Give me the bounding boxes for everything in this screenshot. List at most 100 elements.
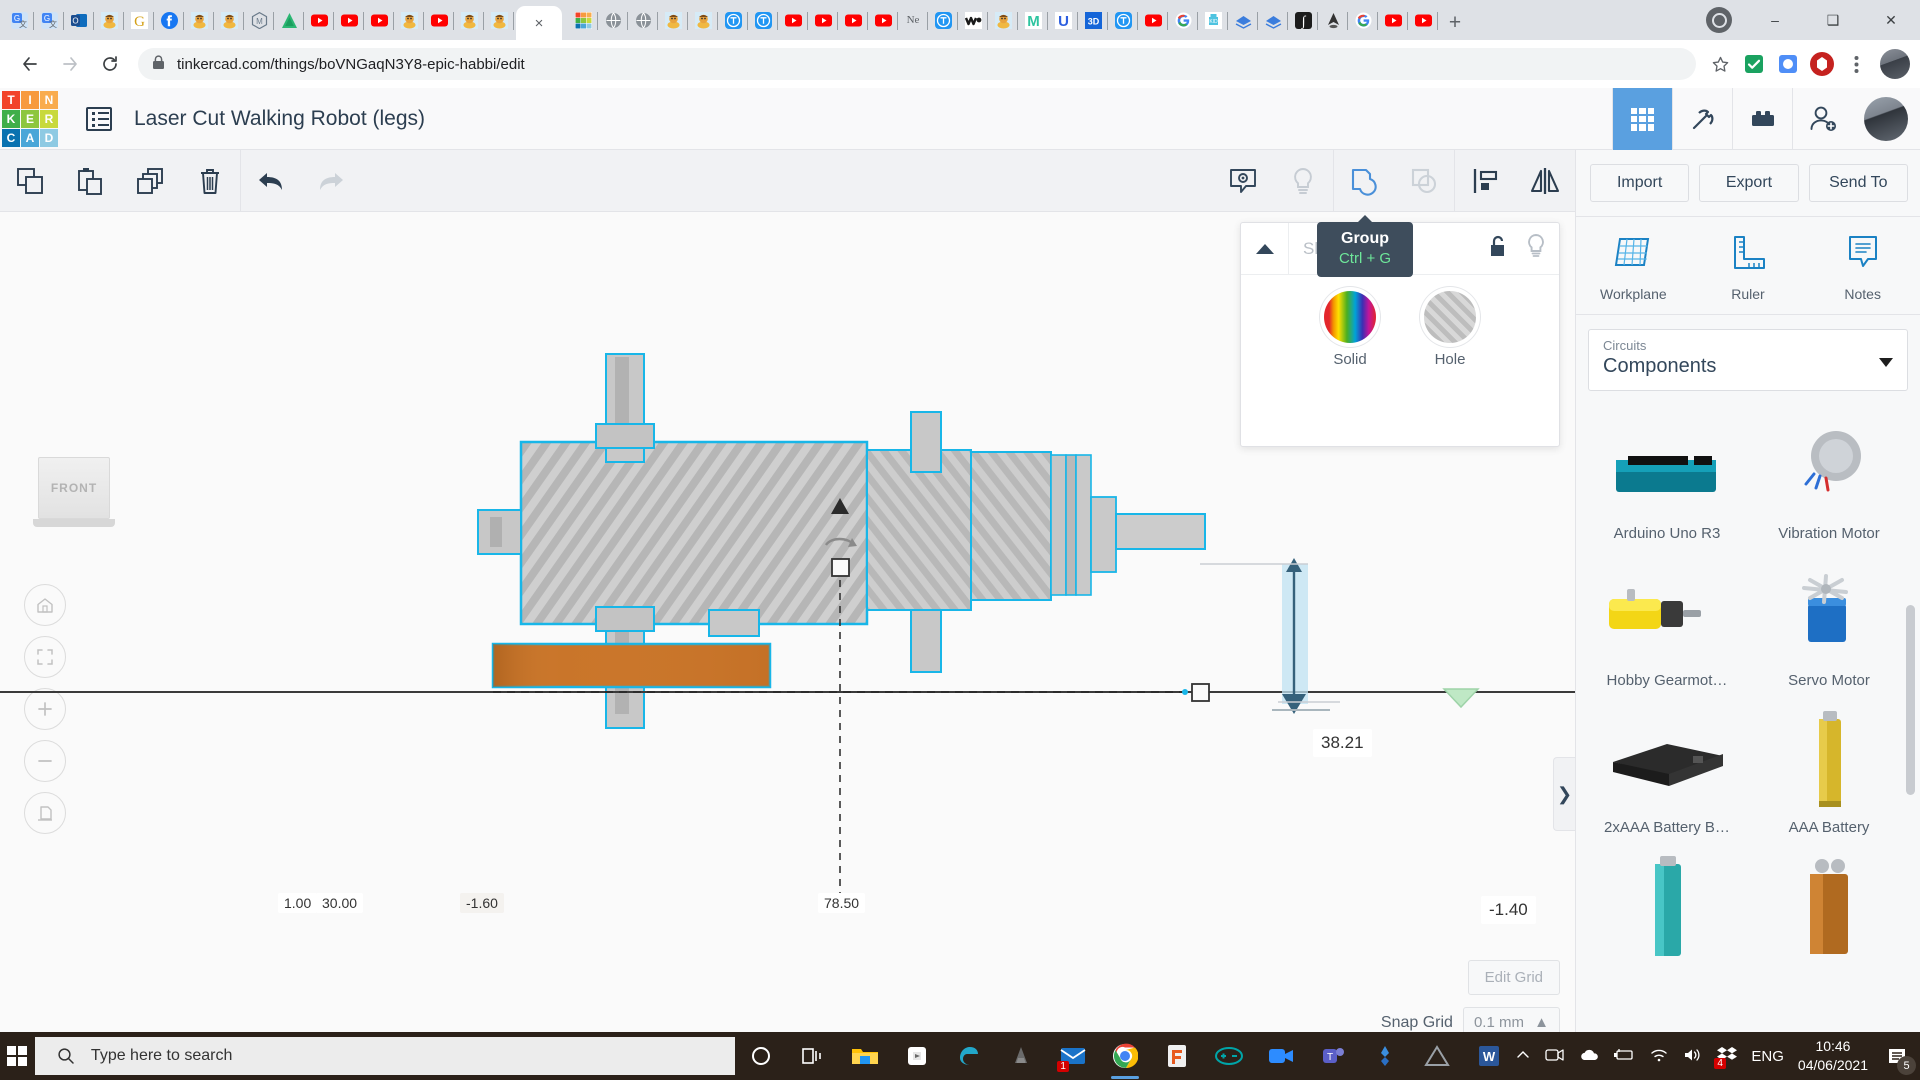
avatar[interactable] [1880,49,1910,79]
browser-tab-scratch-book[interactable] [1258,0,1288,40]
cortana-icon[interactable] [735,1032,787,1080]
minimize-button[interactable]: – [1746,0,1804,40]
mail-icon[interactable]: 1 [1047,1032,1099,1080]
ungroup-icon[interactable] [1394,150,1454,212]
paste-icon[interactable] [60,150,120,212]
hole-option[interactable]: Hole [1424,291,1476,368]
export-button[interactable]: Export [1699,164,1798,202]
chevron-down-icon[interactable] [1879,358,1893,367]
browser-tab-hex-m[interactable]: M [244,0,274,40]
kebab-menu-icon[interactable] [1840,48,1872,80]
grid-view-icon[interactable] [1612,88,1672,150]
forward-arrow-icon[interactable] [50,44,90,84]
browser-tab-habbo[interactable] [988,0,1018,40]
clock[interactable]: 10:46 04/06/2021 [1798,1037,1868,1075]
browser-tab-youtube[interactable] [424,0,454,40]
language-indicator[interactable]: ENG [1751,1048,1784,1065]
component-hobby-gearmotor[interactable]: Hobby Gearmot… [1586,548,1748,695]
hole-swatch-icon[interactable] [1424,291,1476,343]
browser-tab-medium-m[interactable]: M [1018,0,1048,40]
fusion-icon[interactable] [1359,1032,1411,1080]
close-icon[interactable]: × [535,16,544,31]
browser-tab-habbo[interactable] [454,0,484,40]
notes-tool[interactable]: Notes [1805,217,1920,314]
browser-tab-habbo[interactable] [214,0,244,40]
onedrive-icon[interactable] [1579,1048,1599,1065]
notifications-icon[interactable]: 5 [1882,1041,1912,1071]
user-avatar[interactable] [1864,97,1908,141]
windows-logo-icon[interactable] [0,1032,35,1080]
browser-tab-integral[interactable]: ∫ [1288,0,1318,40]
pickaxe-icon[interactable] [1672,88,1732,150]
dim-label-6[interactable]: -1.40 [1481,896,1536,924]
browser-tab-outlook[interactable]: O [64,0,94,40]
ruler-tool[interactable]: Ruler [1691,217,1806,314]
browser-tab-inkscape[interactable] [1318,0,1348,40]
browser-tab-google[interactable] [1168,0,1198,40]
browser-tab-scratch-book[interactable] [1228,0,1258,40]
reload-icon[interactable] [90,44,130,84]
browser-tab-tinkercad[interactable] [568,0,598,40]
camera-icon[interactable] [1545,1047,1565,1066]
browser-tab-facebook[interactable] [154,0,184,40]
workplane-tool[interactable]: Workplane [1576,217,1691,314]
dim-label-5[interactable]: 38.21 [1313,729,1372,757]
browser-tab-google-translate[interactable]: G文 [34,0,64,40]
blocks-icon[interactable] [1732,88,1792,150]
browser-tab-google[interactable] [1348,0,1378,40]
word-icon[interactable]: W [1463,1032,1515,1080]
browser-tab-habbo[interactable] [658,0,688,40]
library-selector[interactable]: Circuits Components [1588,329,1908,391]
browser-tab-youtube[interactable] [1378,0,1408,40]
dim-label-4[interactable]: 78.50 [818,893,865,913]
browser-tab-youtube[interactable] [304,0,334,40]
show-hidden-icons[interactable] [1515,1047,1531,1066]
autodesk-icon[interactable] [1411,1032,1463,1080]
browser-tab-autodesk[interactable] [274,0,304,40]
back-arrow-icon[interactable] [10,44,50,84]
edit-grid-button[interactable]: Edit Grid [1468,960,1560,995]
browser-tab-habbo[interactable] [688,0,718,40]
tinkercad-logo[interactable]: TINKERCAD [2,91,58,147]
component-9v-battery[interactable] [1748,842,1910,972]
volume-icon[interactable] [1683,1047,1703,1066]
import-button[interactable]: Import [1590,164,1689,202]
browser-tab-youtube[interactable] [838,0,868,40]
extension-blue-icon[interactable] [1772,48,1804,80]
component-aa-battery[interactable] [1586,842,1748,972]
component-2xaaa-battery-box[interactable]: 2xAAA Battery B… [1586,695,1748,842]
browser-tab-habbo[interactable] [484,0,514,40]
browser-tab-tinkercad-t[interactable] [748,0,778,40]
panel-toggle-button[interactable]: ❯ [1553,757,1575,831]
group-icon[interactable] [1334,150,1394,212]
send-to-button[interactable]: Send To [1809,164,1908,202]
browser-tab-youtube[interactable] [808,0,838,40]
page-title[interactable]: Laser Cut Walking Robot (legs) [134,107,425,131]
component-arduino-uno-r3[interactable]: Arduino Uno R3 [1586,401,1748,548]
component-vibration-motor[interactable]: Vibration Motor [1748,401,1910,548]
browser-tab-youtube[interactable] [334,0,364,40]
arduino-icon[interactable] [1203,1032,1255,1080]
browser-tab-globe[interactable] [628,0,658,40]
duplicate-icon[interactable] [120,150,180,212]
lightbulb-icon[interactable] [1273,150,1333,212]
microsoft-store-icon[interactable] [891,1032,943,1080]
browser-tab-netflix[interactable]: Ne [898,0,928,40]
star-icon[interactable] [1704,48,1736,80]
solid-swatch-icon[interactable] [1324,291,1376,343]
add-person-icon[interactable] [1792,88,1852,150]
browser-tab-youtube[interactable] [364,0,394,40]
component-aaa-battery[interactable]: AAA Battery [1748,695,1910,842]
file-explorer-icon[interactable] [839,1032,891,1080]
task-view-icon[interactable] [787,1032,839,1080]
browser-tab-tinkercad-t[interactable] [718,0,748,40]
collapse-triangle-icon[interactable] [1241,223,1289,275]
browser-tab-we-logo[interactable] [958,0,988,40]
browser-tab-habbo[interactable] [184,0,214,40]
copy-icon[interactable] [0,150,60,212]
url-bar[interactable]: tinkercad.com/things/boVNGaqN3Y8-epic-ha… [138,48,1696,80]
component-servo-motor[interactable]: Servo Motor [1748,548,1910,695]
solid-option[interactable]: Solid [1324,291,1376,368]
browser-tab-g-logo[interactable]: G [124,0,154,40]
browser-tab-tinkercad-t[interactable] [928,0,958,40]
